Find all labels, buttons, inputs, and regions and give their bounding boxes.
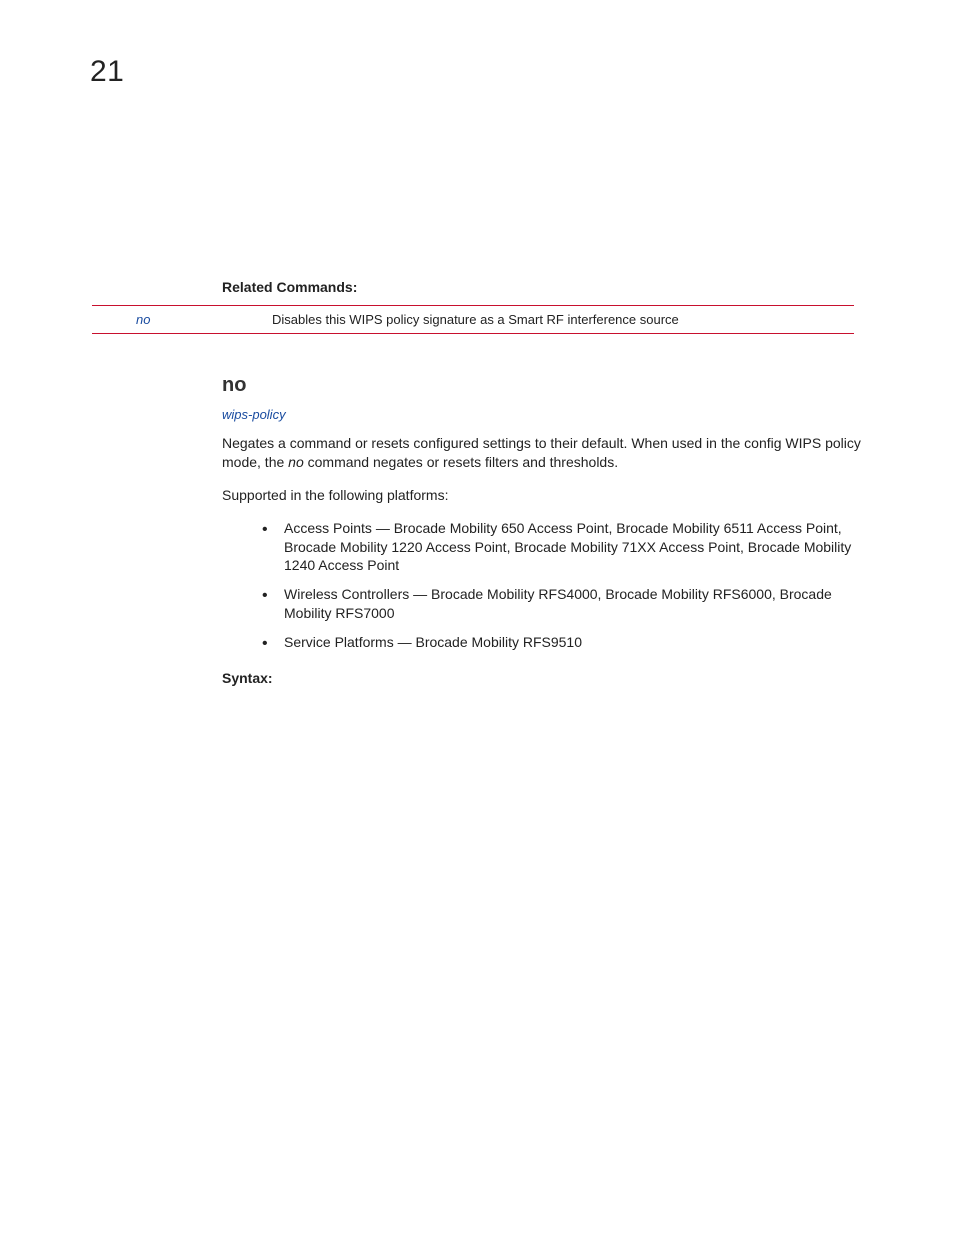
section-heading-no: no bbox=[222, 374, 864, 397]
supported-intro: Supported in the following platforms: bbox=[222, 486, 864, 505]
inline-no-keyword: no bbox=[288, 454, 304, 470]
list-item: Wireless Controllers — Brocade Mobility … bbox=[262, 585, 864, 623]
related-command-name[interactable]: no bbox=[92, 306, 272, 334]
main-content: Related Commands: no Disables this WIPS … bbox=[222, 279, 864, 686]
table-row: no Disables this WIPS policy signature a… bbox=[92, 306, 854, 334]
page-container: 21 Related Commands: no Disables this WI… bbox=[0, 0, 954, 1235]
platform-list: Access Points — Brocade Mobility 650 Acc… bbox=[222, 519, 864, 652]
syntax-title: Syntax: bbox=[222, 670, 864, 686]
related-commands-title: Related Commands: bbox=[222, 279, 864, 295]
description-paragraph: Negates a command or resets configured s… bbox=[222, 434, 864, 472]
related-commands-table: no Disables this WIPS policy signature a… bbox=[92, 305, 854, 334]
list-item: Access Points — Brocade Mobility 650 Acc… bbox=[262, 519, 864, 576]
related-command-desc: Disables this WIPS policy signature as a… bbox=[272, 306, 854, 334]
para-text-b: command negates or resets filters and th… bbox=[304, 454, 618, 470]
list-item: Service Platforms — Brocade Mobility RFS… bbox=[262, 633, 864, 652]
breadcrumb-link-wips-policy[interactable]: wips-policy bbox=[222, 407, 864, 422]
page-number: 21 bbox=[90, 55, 864, 89]
